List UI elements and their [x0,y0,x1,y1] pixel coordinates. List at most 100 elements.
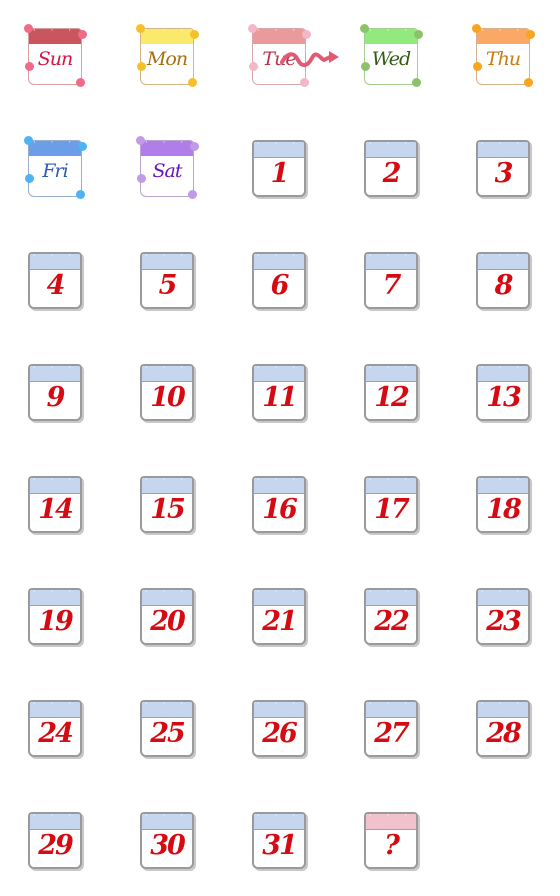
emoji-date-29[interactable]: 29 [0,784,112,896]
emoji-date-9[interactable]: 9 [0,336,112,448]
emoji-date-25[interactable]: 25 [112,672,224,784]
calendar-header [478,142,528,158]
calendar-label: 22 [374,606,410,637]
emoji-day-mon[interactable]: Mon [112,0,224,112]
calendar-label: 21 [262,606,298,637]
calendar-label: 29 [38,830,74,861]
calendar-header [30,702,80,718]
emoji-date-30[interactable]: 30 [112,784,224,896]
calendar-label: 8 [494,270,514,301]
calendar-icon: 28 [476,700,530,757]
calendar-label: 7 [382,270,402,301]
calendar-header [142,814,192,830]
calendar-icon: ? [364,812,418,869]
emoji-date-21[interactable]: 21 [224,560,336,672]
calendar-label: 15 [150,494,186,525]
emoji-date-24[interactable]: 24 [0,672,112,784]
calendar-icon: 13 [476,364,530,421]
calendar-label: 16 [262,494,298,525]
calendar-header [142,254,192,270]
calendar-label: 24 [38,718,74,749]
emoji-question[interactable]: ? [336,784,448,896]
emoji-date-3[interactable]: 3 [448,112,560,224]
emoji-date-10[interactable]: 10 [112,336,224,448]
heart-icon [24,24,33,33]
emoji-day-fri[interactable]: Fri [0,112,112,224]
calendar-icon: 9 [28,364,82,421]
emoji-date-12[interactable]: 12 [336,336,448,448]
emoji-date-4[interactable]: 4 [0,224,112,336]
calendar-icon: 10 [140,364,194,421]
calendar-icon: 6 [252,252,306,309]
calendar-header [254,254,304,270]
emoji-date-18[interactable]: 18 [448,448,560,560]
calendar-header [366,478,416,494]
emoji-date-23[interactable]: 23 [448,560,560,672]
star-icon [190,30,199,39]
calendar-label: 14 [38,494,74,525]
calendar-header [29,29,81,44]
star-icon [188,78,197,87]
emoji-date-22[interactable]: 22 [336,560,448,672]
emoji-date-20[interactable]: 20 [112,560,224,672]
calendar-header [142,366,192,382]
calendar-icon: 2 [364,140,418,197]
calendar-header [254,478,304,494]
emoji-date-16[interactable]: 16 [224,448,336,560]
calendar-label: ? [384,830,400,861]
emoji-date-14[interactable]: 14 [0,448,112,560]
emoji-date-2[interactable]: 2 [336,112,448,224]
emoji-date-5[interactable]: 5 [112,224,224,336]
emoji-date-8[interactable]: 8 [448,224,560,336]
calendar-label: 31 [262,830,298,861]
emoji-date-6[interactable]: 6 [224,224,336,336]
calendar-icon: 24 [28,700,82,757]
calendar-header [141,141,193,156]
calendar-label: 11 [262,382,298,413]
emoji-date-19[interactable]: 19 [0,560,112,672]
calendar-icon: 16 [252,476,306,533]
emoji-date-11[interactable]: 11 [224,336,336,448]
emoji-date-28[interactable]: 28 [448,672,560,784]
calendar-icon: 7 [364,252,418,309]
emoji-date-13[interactable]: 13 [448,336,560,448]
calendar-header [30,254,80,270]
calendar-header [478,702,528,718]
calendar-label: 4 [46,270,66,301]
calendar-label: 23 [486,606,522,637]
calendar-header [142,590,192,606]
emoji-day-sun[interactable]: Sun [0,0,112,112]
emoji-date-7[interactable]: 7 [336,224,448,336]
calendar-icon: Sun [28,28,82,85]
calendar-label: 3 [494,158,514,189]
emoji-date-27[interactable]: 27 [336,672,448,784]
flower-icon [136,136,145,145]
calendar-icon: 23 [476,588,530,645]
leaf-icon [412,78,421,87]
emoji-date-15[interactable]: 15 [112,448,224,560]
calendar-header [30,478,80,494]
calendar-label: 28 [486,718,522,749]
orange-icon [472,24,481,33]
calendar-header [478,590,528,606]
calendar-icon: Wed [364,28,418,85]
emoji-day-sat[interactable]: Sat [112,112,224,224]
calendar-icon: 17 [364,476,418,533]
calendar-header [29,141,81,156]
emoji-date-31[interactable]: 31 [224,784,336,896]
calendar-icon: Thu [476,28,530,85]
bubble-icon [24,136,33,145]
emoji-arrow[interactable] [252,0,364,112]
emoji-date-26[interactable]: 26 [224,672,336,784]
calendar-icon: 21 [252,588,306,645]
calendar-header [366,142,416,158]
calendar-icon: 18 [476,476,530,533]
star-icon [137,62,146,71]
calendar-icon: 20 [140,588,194,645]
emoji-day-thu[interactable]: Thu [448,0,560,112]
orange-icon [473,62,482,71]
calendar-icon: 14 [28,476,82,533]
emoji-date-17[interactable]: 17 [336,448,448,560]
emoji-date-1[interactable]: 1 [224,112,336,224]
calendar-label: 1 [270,158,290,189]
